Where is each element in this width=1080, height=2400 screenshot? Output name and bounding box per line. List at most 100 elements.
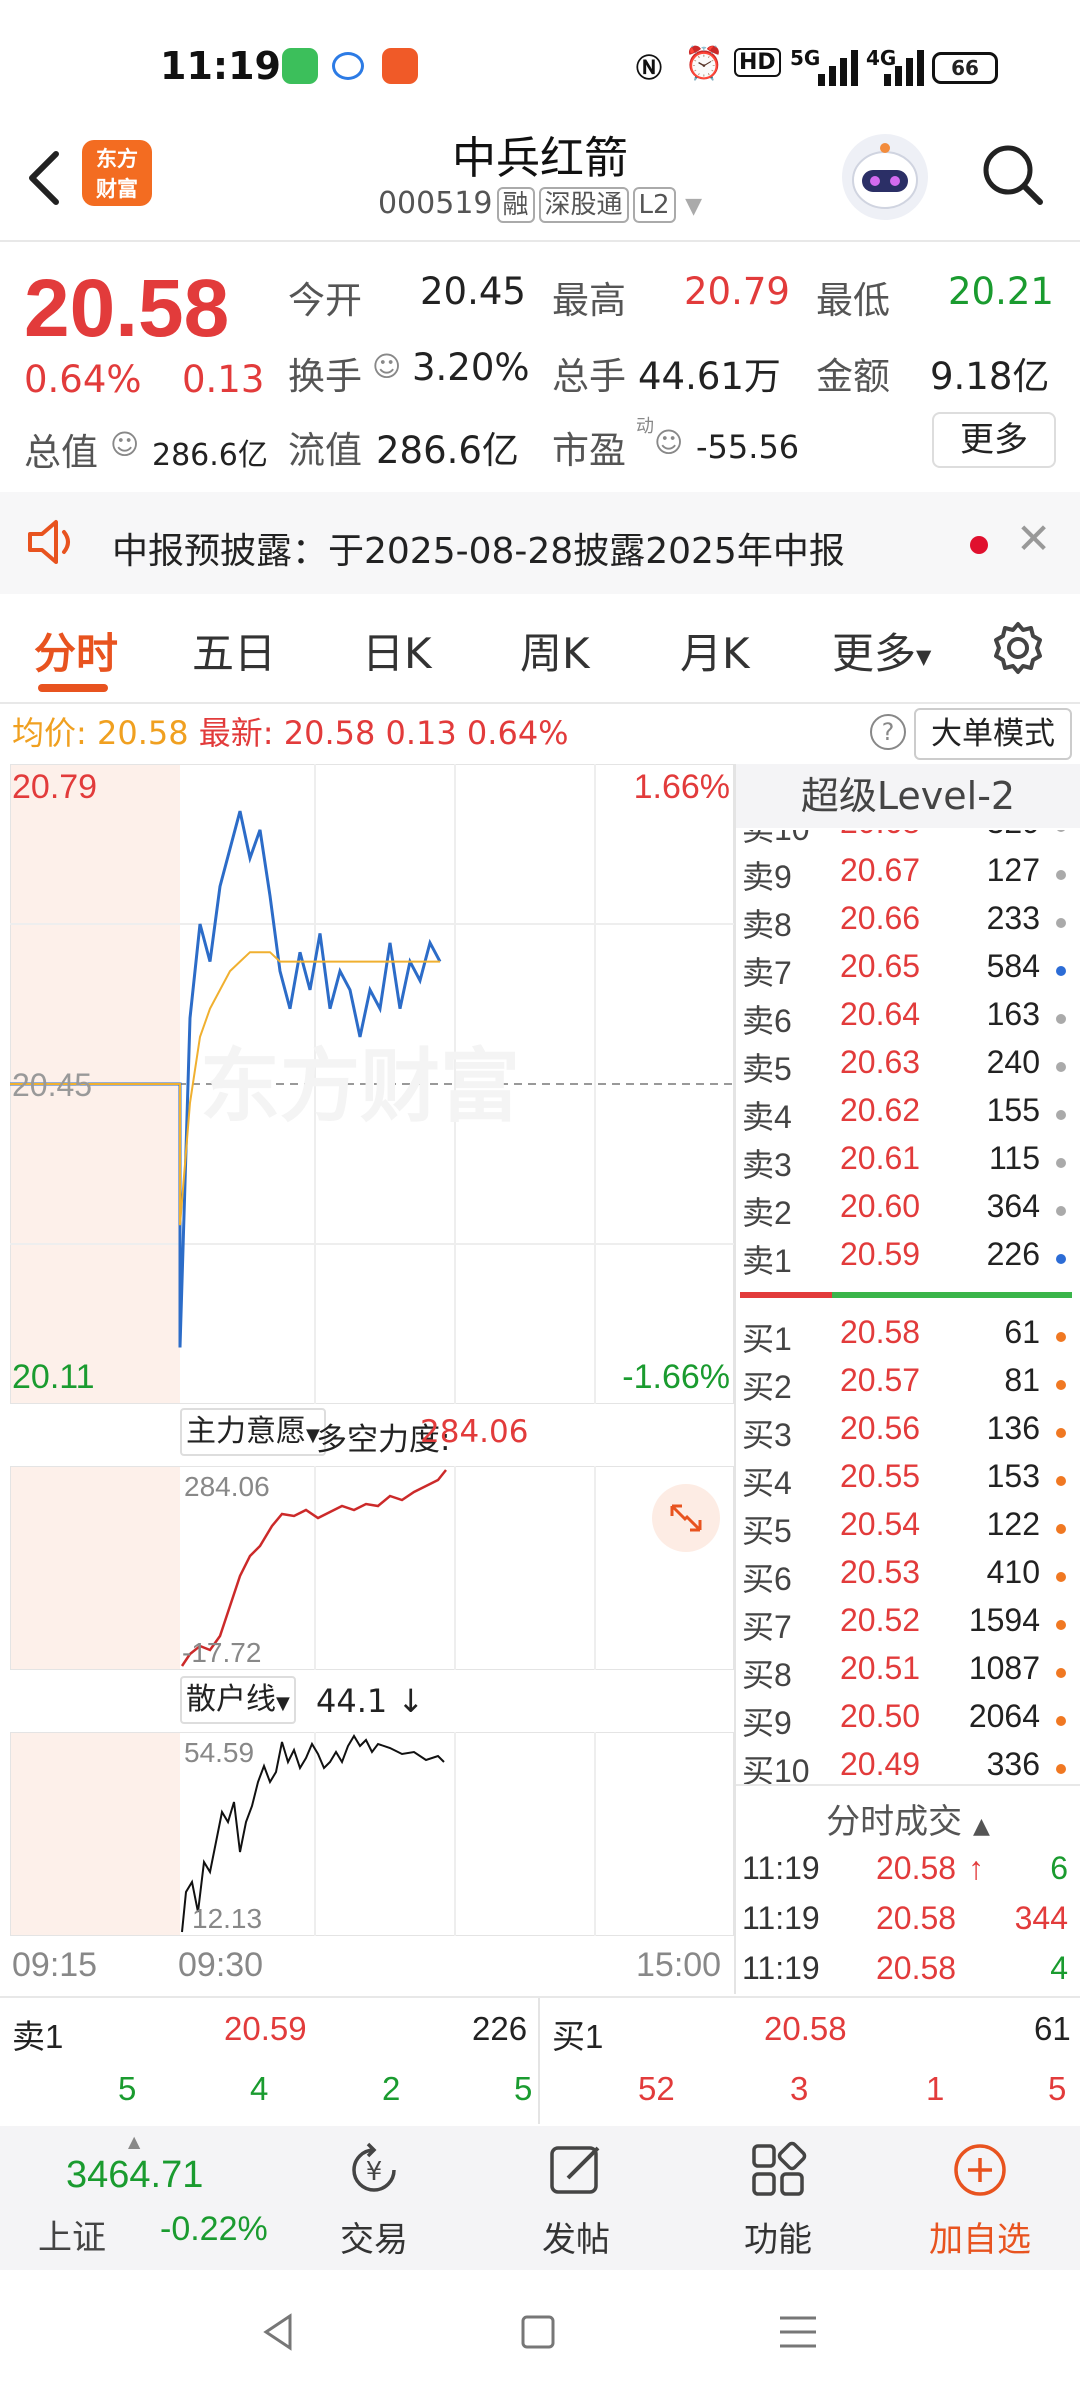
tag-connect: 深股通 [538, 187, 629, 223]
order-volume: 122 [986, 1506, 1040, 1542]
order-volume: 163 [986, 996, 1040, 1032]
system-home-icon[interactable] [520, 2314, 556, 2350]
order-level-label: 买1 [742, 1321, 792, 1357]
bid-row[interactable]: 买9 20.50 2064 [740, 1698, 1070, 1746]
ask-row[interactable]: 卖7 20.65 584 [740, 948, 1070, 996]
order-volume: 81 [1004, 1362, 1040, 1398]
order-price: 20.63 [840, 1044, 921, 1080]
ask-row[interactable]: 卖8 20.66 233 [740, 900, 1070, 948]
signal-5g-icon [818, 50, 858, 86]
pe-info-icon[interactable]: ☺ [654, 426, 683, 459]
ask-row[interactable]: 卖9 20.67 127 [740, 852, 1070, 900]
mktcap-info-icon[interactable]: ☺ [110, 428, 139, 461]
notice-close-icon[interactable]: ✕ [1016, 514, 1051, 563]
trade-price: 20.58 [876, 1900, 957, 1936]
trade-row: 11:19 20.58 344 [740, 1900, 1070, 1948]
search-icon[interactable] [978, 140, 1048, 210]
level2-title[interactable]: 超级Level-2 [736, 764, 1080, 828]
order-flag-dot [1056, 1764, 1066, 1774]
ask-row[interactable]: 卖3 20.61 115 [740, 1140, 1070, 1188]
order-flag-dot [1056, 1158, 1066, 1168]
bid-row[interactable]: 买4 20.55 153 [740, 1458, 1070, 1506]
nav-functions-label: 功能 [744, 2220, 812, 2260]
tab-intraday[interactable]: 分时 [34, 620, 118, 681]
turnover-value: 3.20% [412, 346, 530, 389]
nav-trade-label: 交易 [340, 2220, 408, 2260]
bid-row[interactable]: 买2 20.57 81 [740, 1362, 1070, 1410]
trades-header[interactable]: 分时成交 ▲ [736, 1794, 1080, 1843]
float-value: 286.6亿 [376, 429, 519, 472]
bid-row[interactable]: 买10 20.49 336 [740, 1746, 1070, 1794]
pe-value: -55.56 [696, 428, 800, 466]
mktcap-label: 总值 [24, 431, 98, 474]
tab-monthly-k[interactable]: 月K [680, 620, 750, 681]
indicator2-chart[interactable]: 54.59 12.13 [10, 1732, 734, 1936]
notice-bar[interactable]: 中报预披露：于2025-08-28披露2025年中报 ✕ [0, 492, 1080, 594]
index-ticker[interactable]: ▲ 3464.71 上证 -0.22% [0, 2126, 300, 2270]
indicator1-select[interactable]: 主力意愿▼ [180, 1408, 326, 1456]
order-price: 20.50 [840, 1698, 921, 1734]
order-price: 20.52 [840, 1602, 921, 1638]
indicator1-chart[interactable]: 284.06 -17.72 [10, 1466, 734, 1670]
nfc-icon: Ⓝ [636, 54, 663, 84]
system-menu-icon[interactable] [778, 2314, 818, 2350]
bid-bar [832, 1292, 1072, 1298]
ask-row[interactable]: 卖2 20.60 364 [740, 1188, 1070, 1236]
bid-row[interactable]: 买8 20.51 1087 [740, 1650, 1070, 1698]
order-price: 20.65 [840, 948, 921, 984]
price-axis-low: 20.11 [12, 1358, 95, 1396]
order-price: 20.59 [840, 1236, 921, 1272]
turnover-info-icon[interactable]: ☺ [372, 350, 401, 383]
nav-post[interactable]: 发帖 [496, 2126, 656, 2270]
stock-code: 000519 [377, 186, 493, 221]
speaker-icon [28, 520, 70, 564]
order-level-label: 买6 [742, 1561, 792, 1597]
bid-row[interactable]: 买1 20.58 61 [740, 1314, 1070, 1362]
ask-row[interactable]: 卖1 20.59 226 [740, 1236, 1070, 1284]
nav-add-watchlist[interactable]: 加自选 [900, 2126, 1060, 2270]
nav-functions[interactable]: 功能 [698, 2126, 858, 2270]
bid-row[interactable]: 买5 20.54 122 [740, 1506, 1070, 1554]
nav-trade[interactable]: ¥ 交易 [294, 2126, 454, 2270]
tab-daily-k[interactable]: 日K [362, 620, 432, 681]
big-order-mode-button[interactable]: 大单模式 [914, 708, 1072, 760]
tab-weekly-k[interactable]: 周K [520, 620, 590, 681]
trade-time: 11:19 [742, 1950, 820, 1986]
trade-volume: 344 [1014, 1900, 1068, 1936]
intraday-price-chart[interactable]: 东方财富 20.79 20.45 20.11 1.66% -1.66% [10, 764, 734, 1404]
bid-row[interactable]: 买7 20.52 1594 [740, 1602, 1070, 1650]
order-flag-dot [1056, 1524, 1066, 1534]
order-volume: 226 [986, 1236, 1040, 1272]
dropdown-icon[interactable]: ▼ [685, 194, 702, 219]
bottom-sell-label: 卖1 [12, 2018, 64, 2055]
more-quote-button[interactable]: 更多 [932, 412, 1056, 468]
order-volume: 155 [986, 1092, 1040, 1128]
trade-volume: 4 [1050, 1950, 1068, 1986]
tab-more[interactable]: 更多▼ [832, 620, 931, 681]
system-back-icon[interactable] [258, 2312, 298, 2352]
bid-row[interactable]: 买3 20.56 136 [740, 1410, 1070, 1458]
bid-row[interactable]: 买6 20.53 410 [740, 1554, 1070, 1602]
time-label-start: 09:15 [12, 1946, 98, 1984]
tab-five-day[interactable]: 五日 [192, 620, 276, 681]
indicator2-select[interactable]: 散户线▼ [180, 1676, 296, 1724]
hd-icon: HD [734, 48, 781, 77]
ask-row[interactable]: 卖6 20.64 163 [740, 996, 1070, 1044]
bottom-book-divider [0, 1996, 1080, 1998]
volume-value: 44.61万 [638, 355, 781, 398]
help-icon[interactable]: ? [870, 714, 906, 750]
order-volume: 136 [986, 1410, 1040, 1446]
order-price: 20.58 [840, 1314, 921, 1350]
order-price: 20.53 [840, 1554, 921, 1590]
indicator2-min: 12.13 [192, 1903, 262, 1934]
status-bar: 11:19 Ⓝ ⏰ HD 5G 4G 66 [0, 0, 1080, 130]
order-volume: 115 [988, 1140, 1040, 1176]
order-price: 20.67 [840, 852, 921, 888]
ask-row[interactable]: 卖5 20.63 240 [740, 1044, 1070, 1092]
turnover-label: 换手 [288, 355, 362, 398]
ask-row[interactable]: 卖4 20.62 155 [740, 1092, 1070, 1140]
tab-active-indicator [38, 684, 108, 692]
settings-gear-icon[interactable] [990, 620, 1046, 676]
ai-assistant-avatar[interactable] [842, 134, 928, 220]
volume-label: 总手 [552, 355, 626, 398]
